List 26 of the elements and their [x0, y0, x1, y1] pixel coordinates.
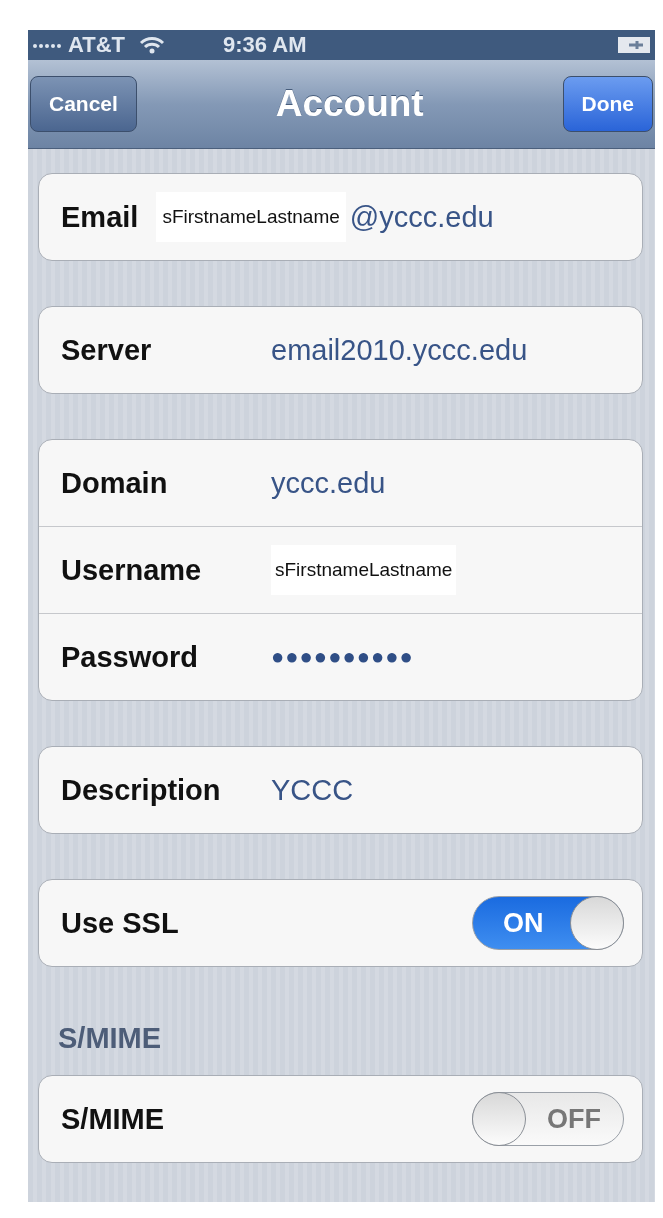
- carrier-name: AT&T: [68, 32, 126, 58]
- field-label: Username: [61, 553, 203, 587]
- field-label: Password: [61, 640, 199, 674]
- battery-icon: [617, 36, 651, 54]
- field-value[interactable]: @yccc.edu: [349, 200, 494, 234]
- status-time: 9:36 AM: [223, 32, 307, 58]
- field-label: Server: [61, 333, 153, 367]
- field-value[interactable]: yccc.edu: [271, 466, 386, 500]
- field-label: S/MIME: [61, 1102, 166, 1136]
- field-value[interactable]: email2010.yccc.edu: [271, 333, 528, 367]
- field-value[interactable]: YCCC: [271, 773, 354, 807]
- field-label: Use SSL: [61, 906, 180, 940]
- signal-icon: [32, 41, 62, 49]
- wifi-icon: [139, 36, 166, 54]
- password-field[interactable]: ●●●●●●●●●●: [271, 644, 414, 670]
- field-label: Description: [61, 773, 222, 807]
- cancel-button[interactable]: Cancel: [30, 76, 137, 132]
- done-button[interactable]: Done: [562, 76, 653, 132]
- toggle-switch[interactable]: ON: [472, 896, 624, 950]
- field-label: Domain: [61, 466, 169, 500]
- nav-title: Account: [275, 83, 424, 125]
- field-label: Email: [61, 200, 139, 234]
- toggle-switch[interactable]: OFF: [472, 1092, 624, 1146]
- field-value[interactable]: sFirstnameLastname: [271, 545, 457, 595]
- section-header: S/MIME: [57, 1022, 163, 1056]
- field-value: sFirstnameLastname: [156, 192, 346, 242]
